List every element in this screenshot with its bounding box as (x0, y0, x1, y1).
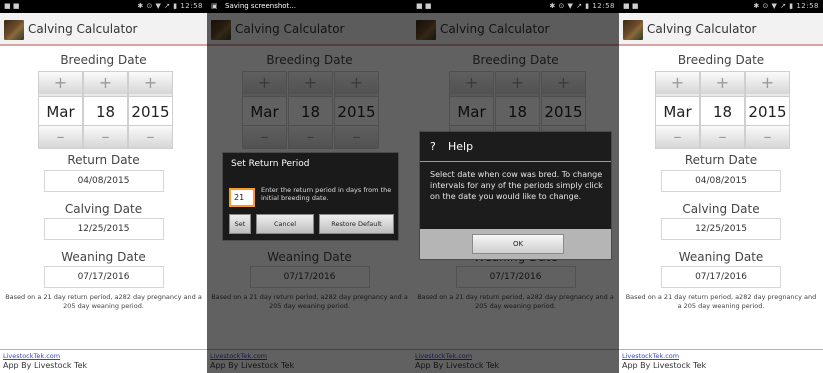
ok-button[interactable]: OK (472, 234, 564, 254)
breeding-date-picker: + Mar – + 18 – + 2015 – (0, 71, 207, 149)
day-decrement-button[interactable]: – (701, 126, 744, 148)
phone-screen-return-dialog: ▣ Saving screenshot... Calving Calculato… (207, 0, 412, 373)
return-date-field[interactable]: 04/08/2015 (43, 170, 164, 192)
year-decrement-button[interactable]: – (746, 126, 789, 148)
return-date-label: Return Date (67, 153, 140, 167)
phone-screen-main-2: ■ ■ ✱ ⊙ ▼ ↗ ▮ 12:58 Calving Calculator B… (619, 0, 823, 373)
cancel-button[interactable]: Cancel (256, 214, 314, 234)
footer-divider (619, 349, 823, 350)
calving-date-label: Calving Date (64, 202, 143, 216)
breeding-date-picker: + Mar – + 18 – + 2015 – (619, 71, 823, 149)
year-picker: + 2015 – (128, 71, 173, 149)
weaning-date-field[interactable]: 07/17/2016 (661, 266, 781, 288)
app-title: Calving Calculator (28, 22, 138, 36)
period-note: Based on a 21 day return period, a282 da… (625, 293, 817, 310)
month-decrement-button[interactable]: – (656, 126, 699, 148)
day-increment-button[interactable]: + (84, 72, 127, 94)
footer-divider (0, 349, 207, 350)
month-increment-button[interactable]: + (656, 72, 699, 94)
month-value: Mar (656, 96, 699, 126)
return-period-input[interactable]: 21 (229, 188, 255, 207)
day-increment-button[interactable]: + (701, 72, 744, 94)
app-credit: App By Livestock Tek (622, 361, 707, 370)
help-dialog-title: Help (448, 140, 474, 153)
screenshot-notification: Saving screenshot... (225, 2, 296, 10)
status-icons-left: ■ ■ (623, 2, 639, 10)
dialog-title: Set Return Period (231, 159, 310, 169)
calving-date-label: Calving Date (682, 202, 760, 216)
phone-screen-help-dialog: ■ ■ ✱ ⊙ ▼ ↗ ▮ 12:58 Calving Calculator B… (412, 0, 619, 373)
month-increment-button[interactable]: + (39, 72, 82, 94)
app-title-bar: Calving Calculator (0, 13, 207, 46)
month-picker: + Mar – (38, 71, 83, 149)
year-value: 2015 (746, 96, 789, 126)
app-credit: App By Livestock Tek (3, 361, 88, 370)
question-icon: ? (430, 140, 436, 153)
status-icons-left: ■ ■ (416, 2, 432, 10)
day-decrement-button[interactable]: – (84, 126, 127, 148)
help-dialog: ? Help Select date when cow was bred. To… (419, 131, 612, 260)
website-link[interactable]: LivestockTek.com (3, 352, 60, 360)
status-bar: ■ ■ ✱ ⊙ ▼ ↗ ▮ 12:58 (412, 0, 619, 13)
weaning-date-label: Weaning Date (678, 250, 764, 264)
dialog-message: Enter the return period in days from the… (261, 186, 392, 202)
app-logo-icon (623, 20, 643, 40)
status-icons-right: ✱ ⊙ ▼ ↗ ▮ 12:58 (549, 2, 615, 10)
app-logo-icon (4, 20, 24, 40)
day-value: 18 (701, 96, 744, 126)
status-bar: ▣ Saving screenshot... (207, 0, 412, 13)
breeding-date-label: Breeding Date (677, 53, 765, 67)
month-value: Mar (39, 96, 82, 126)
status-icons-left: ■ ■ (4, 2, 20, 10)
help-dialog-header: ? Help (420, 132, 611, 162)
day-picker: + 18 – (700, 71, 745, 149)
calving-date-field[interactable]: 12/25/2015 (661, 218, 781, 240)
website-link[interactable]: LivestockTek.com (622, 352, 679, 360)
screenshot-notification-icon: ▣ (211, 2, 218, 10)
help-dialog-message: Select date when cow was bred. To change… (430, 170, 603, 201)
return-date-field[interactable]: 04/08/2015 (661, 170, 781, 192)
weaning-date-label: Weaning Date (61, 250, 146, 264)
help-dialog-footer: OK (420, 229, 611, 259)
return-date-label: Return Date (684, 153, 758, 167)
month-decrement-button[interactable]: – (39, 126, 82, 148)
status-icons-right: ✱ ⊙ ▼ ↗ ▮ 12:58 (753, 2, 819, 10)
year-picker: + 2015 – (745, 71, 790, 149)
app-title: Calving Calculator (647, 22, 757, 36)
calving-date-field[interactable]: 12/25/2015 (43, 218, 164, 240)
restore-default-button[interactable]: Restore Default (319, 214, 394, 234)
year-increment-button[interactable]: + (746, 72, 789, 94)
day-value: 18 (84, 96, 127, 126)
month-picker: + Mar – (655, 71, 700, 149)
status-bar: ■ ■ ✱ ⊙ ▼ ↗ ▮ 12:58 (619, 0, 823, 13)
day-picker: + 18 – (83, 71, 128, 149)
set-return-period-dialog: Set Return Period 21 Enter the return pe… (222, 152, 399, 241)
year-increment-button[interactable]: + (129, 72, 172, 94)
breeding-date-label: Breeding Date (60, 53, 147, 67)
status-bar: ■ ■ ✱ ⊙ ▼ ↗ ▮ 12:58 (0, 0, 207, 13)
year-decrement-button[interactable]: – (129, 126, 172, 148)
year-value: 2015 (129, 96, 172, 126)
phone-screen-main: ■ ■ ✱ ⊙ ▼ ↗ ▮ 12:58 Calving Calculator B… (0, 0, 207, 373)
app-title-bar: Calving Calculator (619, 13, 823, 46)
period-note: Based on a 21 day return period, a282 da… (5, 293, 202, 310)
weaning-date-field[interactable]: 07/17/2016 (43, 266, 164, 288)
status-icons-right: ✱ ⊙ ▼ ↗ ▮ 12:58 (137, 2, 203, 10)
screenshot-collage: ■ ■ ✱ ⊙ ▼ ↗ ▮ 12:58 Calving Calculator B… (0, 0, 823, 373)
set-button[interactable]: Set (229, 214, 251, 234)
